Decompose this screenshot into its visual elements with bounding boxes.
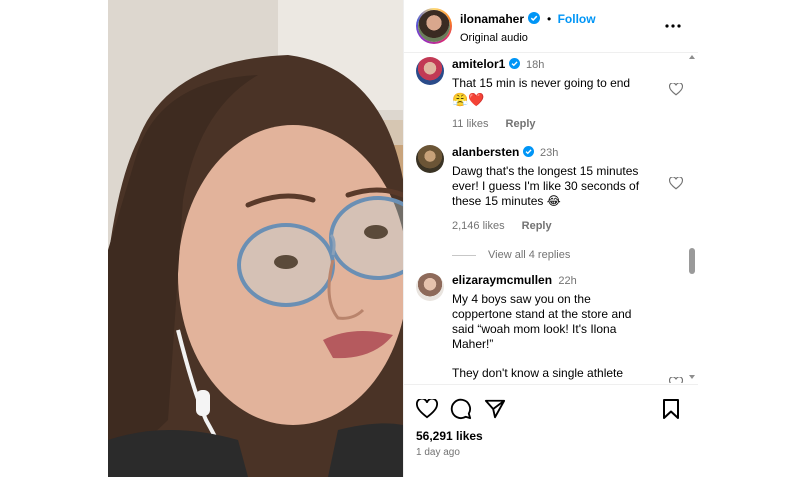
video-frame-illustration <box>108 0 403 477</box>
comment-bubble-icon[interactable] <box>450 398 472 420</box>
post-side-panel: ilonamaher • Follow Original audio amite… <box>403 0 698 477</box>
scrollbar-graphic <box>689 55 695 379</box>
comments-scrollbar[interactable] <box>688 53 696 383</box>
author-username[interactable]: ilonamaher <box>460 12 524 26</box>
view-replies-button[interactable]: View all 4 replies <box>452 248 674 263</box>
more-horizontal-icon[interactable] <box>664 19 682 33</box>
reply-button[interactable]: Reply <box>522 220 552 232</box>
verified-badge-icon <box>508 58 520 69</box>
comment-likes-count[interactable]: 2,146 likes <box>452 220 505 232</box>
post-media-video[interactable] <box>108 0 403 477</box>
commenter-avatar[interactable] <box>416 57 444 85</box>
header-separator: • <box>546 12 552 26</box>
comment-like-heart-icon[interactable] <box>669 177 683 190</box>
comment-text-continued: They don't know a single athlete <box>452 366 624 380</box>
comment-time: 18h <box>526 59 545 71</box>
post-actions-bar: 56,291 likes 1 day ago <box>404 384 698 478</box>
verified-badge-icon <box>528 12 541 24</box>
comment-text: That 15 min is never going to end <box>452 76 631 90</box>
commenter-avatar[interactable] <box>416 273 444 301</box>
post-date[interactable]: 1 day ago <box>416 447 460 458</box>
header-text: ilonamaher • Follow Original audio <box>460 10 660 44</box>
replies-divider-line <box>452 255 476 256</box>
comment-meta: 11 likes Reply <box>452 117 674 132</box>
post-header: ilonamaher • Follow Original audio <box>404 0 698 53</box>
comment-body: elizaraymcmullen 22h My 4 boys saw you o… <box>452 273 674 381</box>
comment-time: 23h <box>540 147 559 159</box>
comment-like-heart-icon[interactable] <box>669 377 683 383</box>
audio-label[interactable]: Original audio <box>460 32 660 44</box>
commenter-username[interactable]: amitelor1 <box>452 57 505 71</box>
comment-like-heart-icon[interactable] <box>669 83 683 96</box>
author-avatar-image <box>418 10 450 42</box>
comments-list[interactable]: amitelor1 18h That 15 min is never going… <box>404 53 698 383</box>
commenter-username[interactable]: alanbersten <box>452 145 519 159</box>
comment-text: My 4 boys saw you on the coppertone stan… <box>452 292 632 351</box>
author-avatar[interactable] <box>416 8 452 44</box>
comment-body: alanbersten 23h Dawg that's the longest … <box>452 145 674 263</box>
reply-button[interactable]: Reply <box>506 118 536 130</box>
comment-likes-count[interactable]: 11 likes <box>452 118 488 130</box>
follow-button[interactable]: Follow <box>558 12 596 26</box>
save-bookmark-icon[interactable] <box>662 399 680 419</box>
instagram-post: ilonamaher • Follow Original audio amite… <box>108 0 698 477</box>
like-heart-icon[interactable] <box>416 399 438 419</box>
comment-text: Dawg that's the longest 15 minutes ever!… <box>452 164 640 208</box>
comment-time: 22h <box>558 275 577 287</box>
view-replies-label: View all 4 replies <box>488 249 571 261</box>
commenter-avatar[interactable] <box>416 145 444 173</box>
commenter-username[interactable]: elizaraymcmullen <box>452 273 552 287</box>
verified-badge-icon <box>522 146 534 157</box>
comment-meta: 2,146 likes Reply <box>452 219 674 234</box>
post-likes-count[interactable]: 56,291 likes <box>416 429 483 443</box>
share-paper-plane-icon[interactable] <box>484 398 506 420</box>
comment-body: amitelor1 18h That 15 min is never going… <box>452 57 674 132</box>
comment-emoji: 😤❤️ <box>452 92 485 107</box>
